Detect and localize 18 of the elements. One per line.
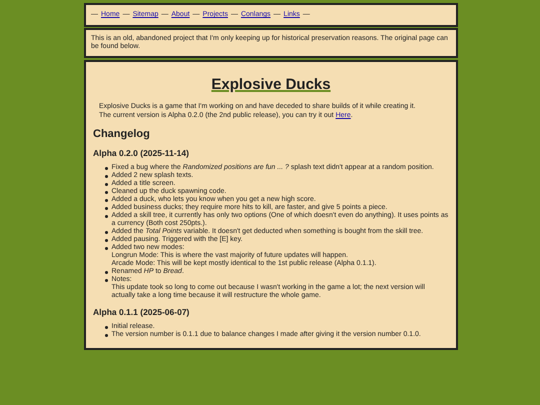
bullet-icon <box>105 279 108 282</box>
bullet-icon <box>105 183 108 186</box>
bullet-icon <box>105 215 108 218</box>
bullet-icon <box>105 247 108 250</box>
bullet-icon <box>105 167 108 170</box>
bullet-icon <box>105 199 108 202</box>
bullet-icon <box>105 271 108 274</box>
version-heading: Alpha 0.1.1 (2025-06-07) <box>93 307 190 317</box>
bullet-icon <box>105 231 108 234</box>
bullet-icon <box>105 207 108 210</box>
bullet-icon <box>105 239 108 242</box>
bullet-icon <box>105 326 108 328</box>
bullet-icon <box>105 191 108 194</box>
version-heading: Alpha 0.2.0 (2025-11-14) <box>93 148 190 158</box>
page-title: Explosive Ducks <box>211 76 331 94</box>
bullet-icon <box>105 334 108 336</box>
bullet-icon <box>105 175 108 178</box>
section-heading: Changelog <box>93 128 151 141</box>
